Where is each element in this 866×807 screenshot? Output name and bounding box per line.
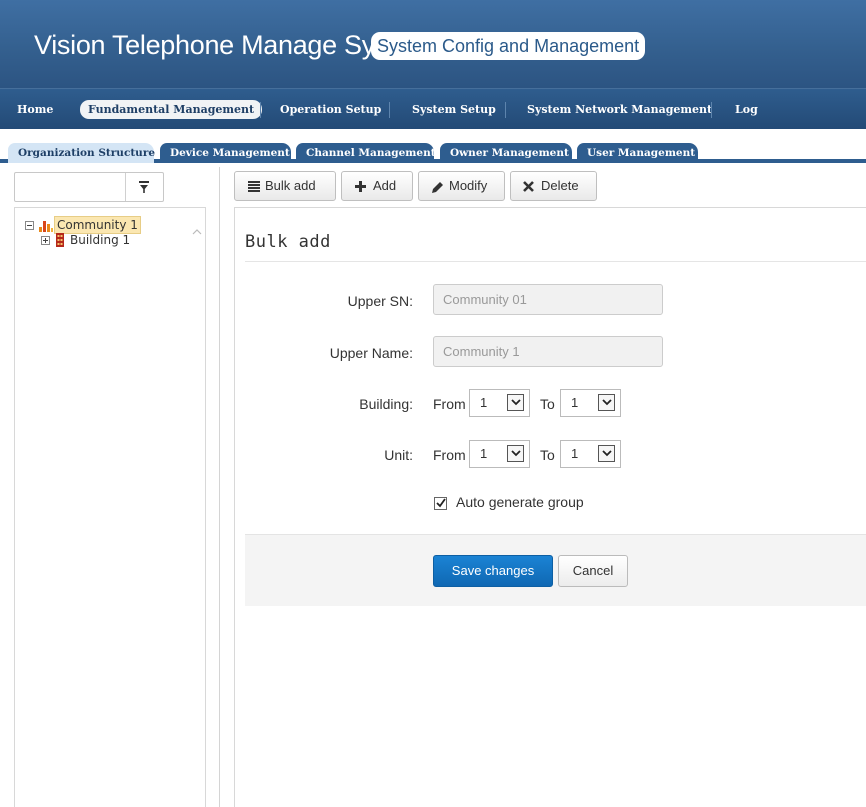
building-from-select[interactable]: 1	[469, 389, 530, 417]
sub-tabs: Organization Structure Device Management…	[0, 129, 866, 163]
plus-icon	[355, 181, 366, 192]
app-subtitle: System Config and Management	[371, 32, 646, 60]
chevron-down-icon[interactable]	[507, 445, 524, 462]
upper-name-label: Upper Name:	[329, 345, 413, 361]
main-nav: Home Fundamental Management Operation Se…	[0, 88, 866, 129]
building-icon	[56, 233, 64, 247]
add-button[interactable]: Add	[341, 171, 413, 201]
tree-node-community[interactable]: Community 1	[25, 216, 185, 234]
tab-user-management[interactable]: User Management	[577, 143, 698, 163]
nav-log[interactable]: Log	[735, 101, 758, 119]
chevron-down-icon[interactable]	[598, 445, 615, 462]
nav-separator	[505, 102, 506, 118]
tab-channel-management[interactable]: Channel Management	[296, 143, 436, 163]
chevron-down-icon[interactable]	[598, 394, 615, 411]
app-header: Vision Telephone Manage System System Co…	[0, 0, 866, 88]
bulk-add-button[interactable]: Bulk add	[234, 171, 336, 201]
unit-to-select[interactable]: 1	[560, 440, 621, 468]
check-icon	[436, 498, 446, 508]
nav-system-network-management[interactable]: System Network Management	[527, 101, 712, 119]
scroll-up-icon[interactable]	[192, 228, 202, 236]
pencil-icon	[432, 182, 443, 193]
upper-name-field[interactable]: Community 1	[433, 336, 663, 367]
nav-system-setup[interactable]: System Setup	[412, 101, 496, 119]
collapse-icon[interactable]	[25, 221, 34, 230]
delete-button[interactable]: Delete	[510, 171, 597, 201]
form-footer: Save changes Cancel	[245, 534, 866, 606]
filter-icon[interactable]	[139, 180, 149, 194]
nav-separator	[389, 102, 390, 118]
unit-from-label: From	[433, 447, 466, 463]
nav-fundamental-management[interactable]: Fundamental Management	[80, 100, 263, 119]
auto-generate-checkbox[interactable]	[434, 497, 447, 510]
building-label: Building:	[359, 396, 413, 412]
modify-button[interactable]: Modify	[418, 171, 505, 201]
nav-home[interactable]: Home	[17, 101, 53, 119]
building-to-select[interactable]: 1	[560, 389, 621, 417]
form-title: Bulk add	[245, 232, 331, 252]
nav-separator	[711, 102, 712, 118]
tree-node-building[interactable]: Building 1	[41, 232, 191, 248]
unit-from-select[interactable]: 1	[469, 440, 530, 468]
building-to-label: To	[540, 396, 555, 412]
left-panel: Community 1 Building 1	[0, 167, 220, 807]
tab-device-management[interactable]: Device Management	[160, 143, 291, 163]
unit-label: Unit:	[384, 447, 413, 463]
community-icon	[39, 221, 53, 232]
divider	[245, 261, 866, 262]
organization-tree: Community 1 Building 1	[14, 207, 206, 807]
expand-icon[interactable]	[41, 236, 50, 245]
building-from-label: From	[433, 396, 466, 412]
nav-operation-setup[interactable]: Operation Setup	[280, 101, 381, 119]
close-icon	[523, 181, 534, 192]
tab-organization-structure[interactable]: Organization Structure	[8, 143, 155, 163]
tree-filter-input[interactable]	[14, 172, 164, 202]
unit-to-label: To	[540, 447, 555, 463]
nav-separator	[260, 102, 261, 118]
list-icon	[248, 181, 260, 192]
chevron-down-icon[interactable]	[507, 394, 524, 411]
upper-sn-label: Upper SN:	[347, 293, 413, 309]
tree-label[interactable]: Building 1	[70, 232, 130, 248]
cancel-button[interactable]: Cancel	[558, 555, 628, 587]
tab-owner-management[interactable]: Owner Management	[440, 143, 572, 163]
bulk-add-form: Bulk add Upper SN: Community 01 Upper Na…	[234, 207, 866, 807]
auto-generate-label[interactable]: Auto generate group	[456, 494, 584, 510]
save-button[interactable]: Save changes	[433, 555, 553, 587]
upper-sn-field[interactable]: Community 01	[433, 284, 663, 315]
